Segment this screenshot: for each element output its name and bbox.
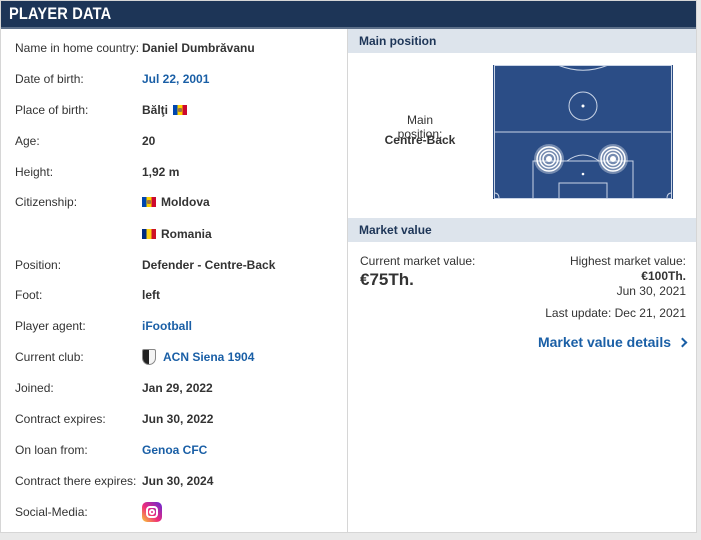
detail-row-position: Position: Defender - Centre-Back <box>1 250 348 280</box>
detail-label: Citizenship: <box>15 195 78 209</box>
current-market-value: €75Th. <box>360 270 414 289</box>
main-position-value: Centre-Back <box>384 133 456 147</box>
detail-label: Name in home country: <box>15 41 140 55</box>
citizenship-text: Moldova <box>161 195 210 209</box>
detail-label: Current club: <box>15 350 84 364</box>
detail-row-height: Height: 1,92 m <box>1 157 348 187</box>
detail-row-loan: On loan from: Genoa CFC <box>1 435 348 465</box>
detail-label: Place of birth: <box>15 103 89 117</box>
detail-value: 1,92 m <box>142 165 180 179</box>
detail-row-age: Age: 20 <box>1 126 348 156</box>
detail-value <box>128 502 162 522</box>
agent-link[interactable]: iFootball <box>128 319 192 333</box>
detail-label: On loan from: <box>15 443 88 457</box>
citizenship-text: Romania <box>161 227 212 241</box>
detail-value: left <box>142 288 160 302</box>
birthdate-link[interactable]: Jul 22, 2001 <box>128 72 209 86</box>
market-value-title: Market value <box>359 223 432 237</box>
right-panel: Main position Main position: Centre-Back <box>348 29 696 532</box>
card-header: PLAYER DATA <box>1 1 696 29</box>
detail-value: Jun 30, 2024 <box>142 474 214 488</box>
chevron-right-icon <box>677 337 688 348</box>
detail-label: Foot: <box>15 288 43 302</box>
detail-value: Jun 30, 2022 <box>142 412 214 426</box>
detail-value: Defender - Centre-Back <box>142 258 276 272</box>
instagram-icon[interactable] <box>142 502 162 522</box>
main-position-title: Main position <box>359 34 437 48</box>
detail-label: Contract there expires: <box>15 474 137 488</box>
detail-row-contract: Contract expires: Jun 30, 2022 <box>1 404 348 434</box>
market-value-details-link[interactable]: Market value details <box>537 334 688 350</box>
card-title: PLAYER DATA <box>9 4 112 23</box>
detail-row-birthplace: Place of birth: Bălţi <box>1 95 348 125</box>
detail-row-citizenship: Citizenship: Moldova <box>1 187 348 217</box>
detail-label: Contract expires: <box>15 412 106 426</box>
market-value-details-label: Market value details <box>537 334 671 350</box>
club-link[interactable]: ACN Siena 1904 <box>128 349 254 365</box>
detail-value: Bălţi <box>128 103 188 117</box>
position-marker-right <box>598 144 628 174</box>
loan-club-link[interactable]: Genoa CFC <box>128 443 207 457</box>
moldova-flag-icon <box>173 105 188 115</box>
detail-row-citizenship-2: Romania <box>1 219 348 249</box>
highest-market-value-label: Highest market value: <box>569 254 686 268</box>
detail-label: Age: <box>15 134 40 148</box>
highest-market-value-date: Jun 30, 2021 <box>616 284 686 298</box>
detail-label: Joined: <box>15 381 54 395</box>
position-marker-left <box>534 144 564 174</box>
club-crest-icon <box>142 349 156 365</box>
club-name: ACN Siena 1904 <box>163 350 255 364</box>
detail-row-foot: Foot: left <box>1 280 348 310</box>
detail-row-loan-contract: Contract there expires: Jun 30, 2024 <box>1 466 348 496</box>
birthplace-text: Bălţi <box>142 103 169 117</box>
player-data-card: PLAYER DATA Name in home country: Daniel… <box>0 0 697 533</box>
current-market-value-label: Current market value: <box>360 254 476 268</box>
detail-value: Moldova <box>128 195 210 209</box>
market-value-header: Market value <box>348 218 696 242</box>
detail-label: Player agent: <box>15 319 86 333</box>
detail-row-birthdate: Date of birth: Jul 22, 2001 <box>1 64 348 94</box>
last-update: Last update: Dec 21, 2021 <box>545 306 686 320</box>
main-position-header: Main position <box>348 29 696 53</box>
detail-row-social: Social-Media: <box>1 497 348 527</box>
detail-row-joined: Joined: Jan 29, 2022 <box>1 373 348 403</box>
detail-row-club: Current club: ACN Siena 1904 <box>1 342 348 372</box>
detail-value: Daniel Dumbrăvanu <box>142 41 255 55</box>
detail-row-name: Name in home country: Daniel Dumbrăvanu <box>1 33 348 63</box>
detail-row-agent: Player agent: iFootball <box>1 311 348 341</box>
detail-label: Social-Media: <box>15 505 88 519</box>
detail-value: 20 <box>142 134 156 148</box>
detail-value: Romania <box>128 227 212 241</box>
detail-value: Jan 29, 2022 <box>142 381 213 395</box>
detail-label: Date of birth: <box>15 72 84 86</box>
romania-flag-icon <box>142 229 156 239</box>
player-details: Name in home country: Daniel Dumbrăvanu … <box>1 29 348 532</box>
detail-label: Position: <box>15 258 62 272</box>
detail-label: Height: <box>15 165 54 179</box>
moldova-flag-icon <box>142 197 156 207</box>
pitch-diagram <box>493 65 673 199</box>
highest-market-value: €100Th. <box>641 269 686 283</box>
